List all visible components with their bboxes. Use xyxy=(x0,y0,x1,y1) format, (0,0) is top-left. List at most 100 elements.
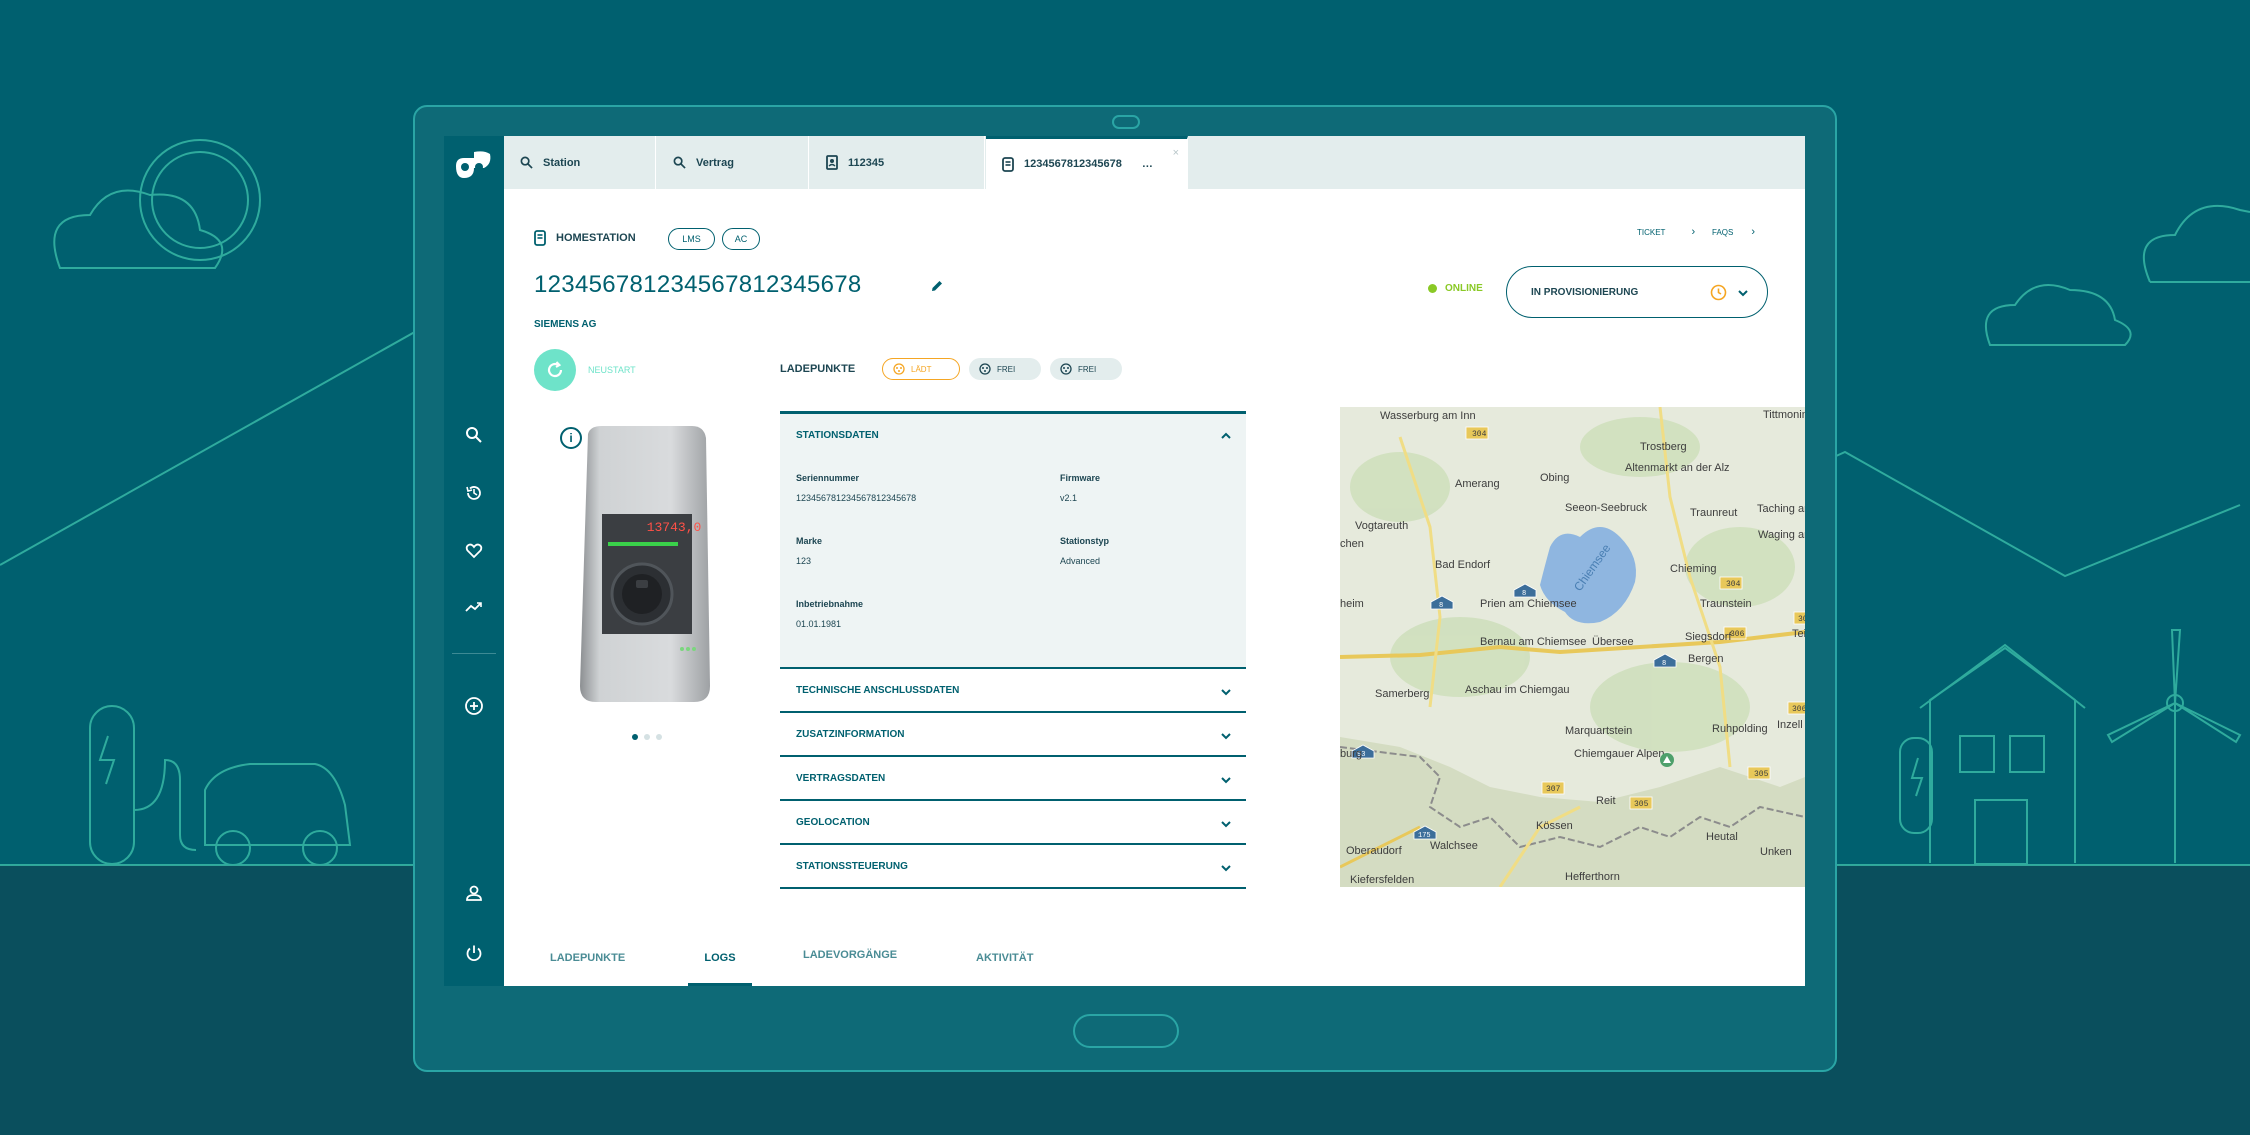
ticket-link[interactable]: TICKET › xyxy=(1637,226,1695,238)
tag-lms: LMS xyxy=(668,228,715,250)
tab-contract-112345[interactable]: 112345 xyxy=(810,136,985,189)
bottom-tab-ladevorgaenge[interactable]: LADEVORGÄNGE xyxy=(803,949,897,986)
search-icon[interactable] xyxy=(459,420,489,450)
edit-pencil-icon[interactable] xyxy=(930,279,944,298)
faqs-link[interactable]: FAQS › xyxy=(1712,226,1756,238)
bottom-tab-logs[interactable]: LOGS xyxy=(688,949,752,986)
chevron-right-icon: › xyxy=(1751,226,1756,238)
provisioning-dropdown[interactable]: IN PROVISIONIERUNG xyxy=(1506,266,1768,318)
bottom-tab-aktivitaet[interactable]: AKTIVITÄT xyxy=(976,949,1033,986)
accordion-title[interactable]: STATIONSDATEN xyxy=(796,430,879,441)
map-place: chen xyxy=(1340,538,1364,550)
field-value: Advanced xyxy=(1060,556,1101,566)
search-icon xyxy=(673,156,686,169)
map-place: Marquartstein xyxy=(1565,725,1632,737)
tab-label: Vertrag xyxy=(696,156,734,169)
station-icon xyxy=(1002,156,1014,172)
accordion-title: STATIONSSTEUERUNG xyxy=(796,861,908,872)
restart-button[interactable] xyxy=(534,349,576,391)
ticket-link-label: TICKET xyxy=(1637,228,1666,237)
ladepunkt-chip-1[interactable]: LÄDT xyxy=(882,358,960,380)
faqs-link-label: FAQS xyxy=(1712,228,1734,237)
field-value: 123 xyxy=(796,556,812,566)
map-place: Prien am Chiemsee xyxy=(1480,598,1577,610)
station-icon xyxy=(534,230,546,246)
accordion-section-geolocation[interactable]: GEOLOCATION xyxy=(780,801,1246,845)
map-place: Amerang xyxy=(1455,478,1500,490)
carousel-dot[interactable] xyxy=(656,734,662,740)
road-badge: 305 xyxy=(1634,800,1649,809)
map-place: Unken xyxy=(1760,846,1792,858)
map-place: heim xyxy=(1340,598,1364,610)
road-badge: 175 xyxy=(1418,832,1431,840)
road-badge: 8 xyxy=(1662,660,1666,668)
map-place: Ruhpolding xyxy=(1712,723,1768,735)
road-badge: 306 xyxy=(1730,630,1745,639)
carousel-dots[interactable] xyxy=(632,734,662,740)
history-icon[interactable] xyxy=(459,478,489,508)
charger-display-value: 13743,0 xyxy=(647,520,702,535)
tab-station-search[interactable]: Station xyxy=(504,136,656,189)
field-label: Marke xyxy=(796,536,823,546)
power-icon[interactable] xyxy=(459,938,489,968)
clock-icon xyxy=(1710,284,1727,301)
map-place: Seeon-Seebruck xyxy=(1565,502,1647,514)
bottom-tab-ladepunkte[interactable]: LADEPUNKTE xyxy=(550,949,625,986)
map-place: Tei xyxy=(1792,628,1805,640)
station-type-label: HOMESTATION xyxy=(556,232,636,244)
mountain-marker-icon xyxy=(1660,753,1674,767)
chevron-down-icon xyxy=(1221,689,1231,696)
map[interactable]: 304 304 304 306 306 305 305 307 8 8 8 93… xyxy=(1340,407,1805,887)
tab-label: 1234567812345678 xyxy=(1024,158,1122,170)
road-badge: 304 xyxy=(1798,615,1805,624)
map-place: Oberaudorf xyxy=(1346,845,1403,857)
tab-station-1234567812345678[interactable]: 1234567812345678 … × xyxy=(986,136,1188,189)
tab-vertrag-search[interactable]: Vertrag xyxy=(657,136,809,189)
map-place: Vogtareuth xyxy=(1355,520,1408,532)
sidebar xyxy=(444,136,504,986)
chevron-down-icon xyxy=(1221,865,1231,872)
accordion-title: VERTRAGSDATEN xyxy=(796,773,886,784)
ladepunkt-state: LÄDT xyxy=(911,364,932,374)
map-place: Wasserburg am Inn xyxy=(1380,410,1476,422)
ladepunkt-state: FREI xyxy=(1078,364,1097,374)
accordion-section-zusatzinformation[interactable]: ZUSATZINFORMATION xyxy=(780,713,1246,757)
info-icon[interactable]: i xyxy=(560,427,582,449)
accordion-section-technische-anschlussdaten[interactable]: TECHNISCHE ANSCHLUSSDATEN xyxy=(780,669,1246,713)
plug-icon xyxy=(1060,363,1072,375)
map-place: Siegsdorf xyxy=(1685,631,1732,643)
online-status: ONLINE xyxy=(1428,283,1483,294)
station-type: HOMESTATION xyxy=(534,230,636,246)
carousel-dot[interactable] xyxy=(644,734,650,740)
accordion-section-vertragsdaten[interactable]: VERTRAGSDATEN xyxy=(780,757,1246,801)
add-circle-icon[interactable] xyxy=(459,691,489,721)
ladepunkt-state: FREI xyxy=(997,364,1016,374)
close-icon[interactable]: × xyxy=(1173,147,1179,159)
ladepunkt-chip-3[interactable]: FREI xyxy=(1050,358,1122,380)
ladepunkt-chip-2[interactable]: FREI xyxy=(969,358,1041,380)
user-icon[interactable] xyxy=(459,878,489,908)
online-label: ONLINE xyxy=(1445,283,1483,294)
trend-chart-icon[interactable] xyxy=(459,592,489,622)
field-value: v2.1 xyxy=(1060,493,1078,503)
map-place: Obing xyxy=(1540,472,1569,484)
app-screen: Station Vertrag 112345 1234567812345678 … xyxy=(444,136,1805,986)
page-title: 123456781234567812345678 xyxy=(534,271,862,298)
tab-label: Station xyxy=(543,156,581,169)
chevron-up-icon[interactable] xyxy=(1220,430,1232,442)
refresh-icon xyxy=(547,361,563,378)
ladepunkte-label: LADEPUNKTE xyxy=(780,363,856,375)
map-place: Trostberg xyxy=(1640,441,1687,453)
heart-icon[interactable] xyxy=(459,536,489,566)
carousel-dot-active[interactable] xyxy=(632,734,638,740)
map-place: Waging am See xyxy=(1758,529,1805,541)
field-value: 123456781234567812345678 xyxy=(796,493,917,503)
accordion-title: TECHNISCHE ANSCHLUSSDATEN xyxy=(796,685,960,696)
map-place: Tittmoning xyxy=(1763,409,1805,421)
tablet-home-button xyxy=(1073,1014,1179,1048)
restart-label: NEUSTART xyxy=(588,365,636,375)
brand-logo xyxy=(456,151,491,178)
accordion-section-stationssteuerung[interactable]: STATIONSSTEUERUNG xyxy=(780,845,1246,889)
field-value: 01.01.1981 xyxy=(796,619,842,629)
map-canvas: 304 304 304 306 306 305 305 307 8 8 8 93… xyxy=(1340,407,1805,887)
